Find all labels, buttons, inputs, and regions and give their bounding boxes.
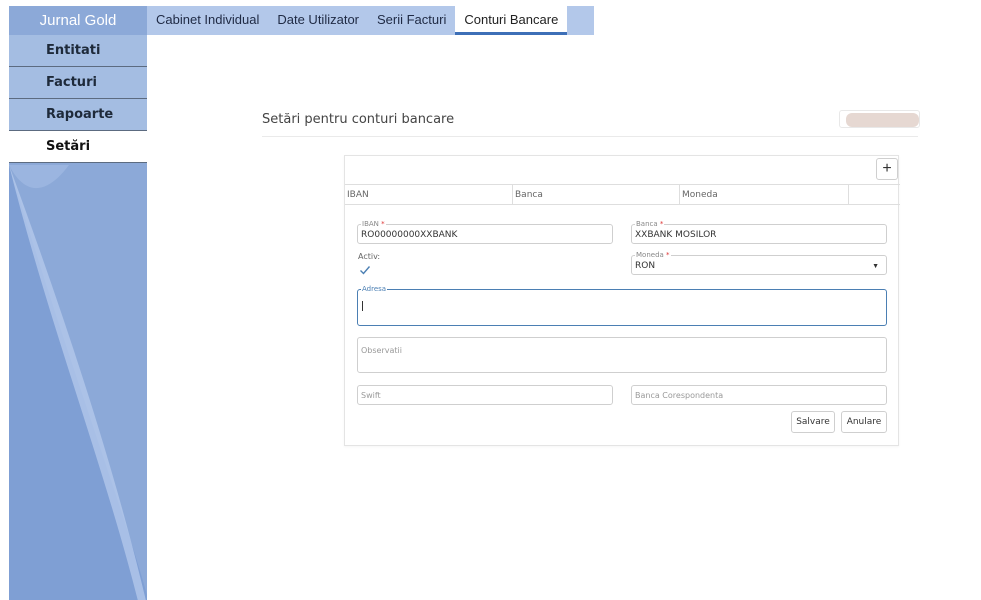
column-header-moneda[interactable]: Moneda bbox=[680, 185, 849, 204]
cancel-button[interactable]: Anulare bbox=[841, 411, 887, 433]
iban-label: IBAN * bbox=[361, 220, 386, 228]
swift-input[interactable]: Swift bbox=[357, 385, 613, 405]
adresa-textarea[interactable]: Adresa bbox=[357, 285, 887, 326]
moneda-select[interactable]: Moneda * RON ▼ bbox=[631, 251, 887, 275]
sidebar: Entitati Facturi Rapoarte Setări bbox=[9, 35, 147, 600]
observatii-placeholder: Observatii bbox=[361, 346, 402, 355]
top-bar: Jurnal Gold Cabinet Individual Date Util… bbox=[9, 6, 595, 35]
banca-value: XXBANK MOSILOR bbox=[635, 230, 717, 240]
tab-bar-spacer bbox=[567, 6, 595, 35]
column-header-actions bbox=[849, 185, 900, 204]
iban-value: RO00000000XXBANK bbox=[361, 230, 458, 240]
title-divider bbox=[262, 136, 918, 137]
sidebar-item-facturi[interactable]: Facturi bbox=[9, 67, 147, 99]
grid-header: IBAN Banca Moneda bbox=[345, 184, 900, 205]
toggle-control[interactable] bbox=[839, 110, 920, 128]
add-account-button[interactable]: + bbox=[876, 158, 898, 180]
observatii-textarea[interactable]: Observatii bbox=[357, 337, 887, 373]
moneda-label: Moneda * bbox=[635, 251, 671, 259]
column-header-banca[interactable]: Banca bbox=[513, 185, 680, 204]
banca-corespondenta-input[interactable]: Banca Corespondenta bbox=[631, 385, 887, 405]
top-tabs: Cabinet Individual Date Utilizator Serii… bbox=[147, 6, 595, 35]
chevron-down-icon: ▼ bbox=[872, 263, 879, 270]
save-button[interactable]: Salvare bbox=[791, 411, 835, 433]
tab-serii-facturi[interactable]: Serii Facturi bbox=[368, 6, 455, 35]
sidebar-item-rapoarte[interactable]: Rapoarte bbox=[9, 99, 147, 131]
page-title: Setări pentru conturi bancare bbox=[262, 112, 455, 127]
moneda-value: RON bbox=[635, 261, 656, 271]
tab-cabinet-individual[interactable]: Cabinet Individual bbox=[147, 6, 268, 35]
app-brand[interactable]: Jurnal Gold bbox=[9, 6, 147, 35]
text-caret bbox=[362, 301, 363, 311]
swift-placeholder: Swift bbox=[361, 391, 381, 400]
bank-accounts-card: + IBAN Banca Moneda IBAN * RO00000000XXB… bbox=[344, 155, 900, 446]
column-header-iban[interactable]: IBAN bbox=[345, 185, 513, 204]
tab-conturi-bancare[interactable]: Conturi Bancare bbox=[455, 6, 568, 35]
sidebar-decoration bbox=[9, 165, 147, 600]
sidebar-item-setari[interactable]: Setări bbox=[9, 131, 147, 163]
banca-field[interactable]: Banca * XXBANK MOSILOR bbox=[631, 220, 887, 244]
sidebar-item-entitati[interactable]: Entitati bbox=[9, 35, 147, 67]
toggle-pill bbox=[846, 113, 919, 127]
activ-checkbox-check-icon[interactable] bbox=[359, 264, 371, 276]
iban-field[interactable]: IBAN * RO00000000XXBANK bbox=[357, 220, 613, 244]
adresa-label: Adresa bbox=[361, 285, 388, 293]
banca-corespondenta-placeholder: Banca Corespondenta bbox=[635, 391, 724, 400]
activ-label: Activ: bbox=[358, 252, 381, 261]
tab-date-utilizator[interactable]: Date Utilizator bbox=[268, 6, 368, 35]
banca-label: Banca * bbox=[635, 220, 665, 228]
